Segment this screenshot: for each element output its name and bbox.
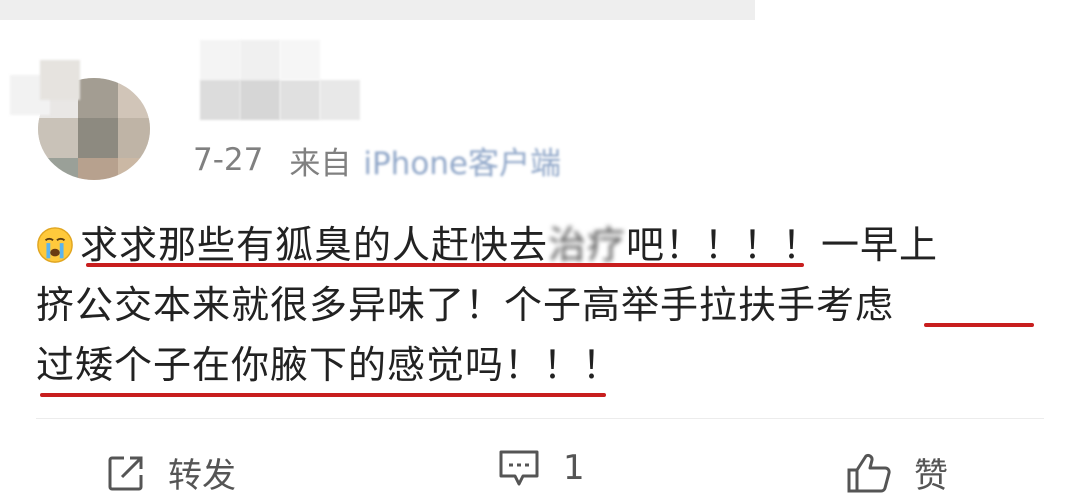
crying-face-emoji <box>37 227 73 263</box>
content-line-2-text: 挤公交本来就很多异味了！个子高举手拉扶手考虑 <box>36 283 895 327</box>
content-line-2: 挤公交本来就很多异味了！个子高举手拉扶手考虑 <box>36 275 1046 335</box>
content-line-3-text: 过矮个子在你腋下的感觉吗！！！ <box>36 343 622 387</box>
share-icon <box>108 456 143 490</box>
post-date: 7-27 <box>193 142 264 178</box>
previous-card-remnant <box>0 0 755 20</box>
highlight-underline-2 <box>924 323 1034 327</box>
source-prefix: 来自 <box>289 145 352 182</box>
thumbs-up-icon <box>847 453 891 492</box>
comment-icon <box>499 450 539 486</box>
highlight-underline-1 <box>86 263 804 267</box>
content-line-1-obscured: 治疗 <box>548 223 627 267</box>
post-meta: 7-27 来自 iPhone客户端 <box>193 138 561 183</box>
actions-divider <box>36 418 1044 419</box>
content-line-1-end: 吧！！！！一早上 <box>626 223 939 267</box>
repost-button[interactable]: 转发 <box>106 448 236 497</box>
action-bar: 转发 1 赞 <box>0 440 1080 497</box>
weibo-post-card: 7-27 来自 iPhone客户端 求求那些有狐臭的人赶快去治疗吧！！！！一早上… <box>0 0 1080 497</box>
repost-label: 转发 <box>168 456 236 496</box>
comment-count: 1 <box>563 448 585 488</box>
content-line-1: 求求那些有狐臭的人赶快去治疗吧！！！！一早上 <box>36 215 1046 275</box>
highlight-underline-3 <box>40 393 606 397</box>
content-line-1-text: 求求那些有狐臭的人赶快去 <box>80 223 549 267</box>
comment-button[interactable]: 1 <box>497 448 585 488</box>
like-button[interactable]: 赞 <box>846 448 948 497</box>
like-label: 赞 <box>914 456 948 496</box>
content-line-3: 过矮个子在你腋下的感觉吗！！！ <box>36 335 1046 397</box>
post-source[interactable]: iPhone客户端 <box>363 138 561 183</box>
username-obscured[interactable] <box>10 40 360 120</box>
post-content: 求求那些有狐臭的人赶快去治疗吧！！！！一早上 挤公交本来就很多异味了！个子高举手… <box>36 215 1046 397</box>
